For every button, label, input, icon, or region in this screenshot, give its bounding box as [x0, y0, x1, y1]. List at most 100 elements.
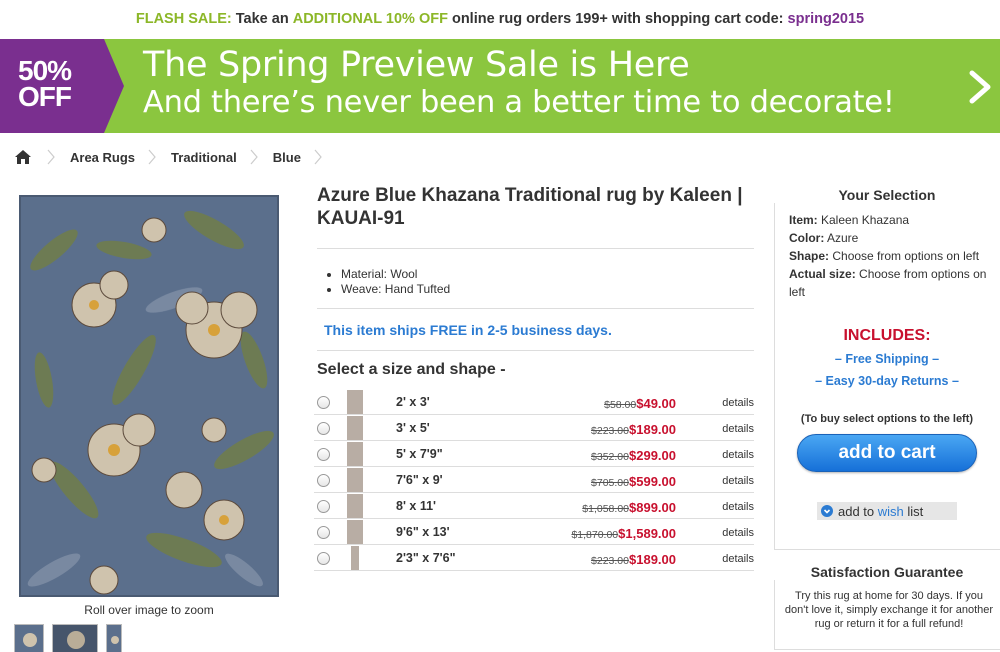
chevron-right-icon[interactable]	[962, 67, 1000, 107]
item-label: Item:	[789, 213, 818, 227]
add-to-wish-list-button[interactable]: add to wish list	[817, 502, 957, 520]
details-link[interactable]: details	[722, 449, 754, 461]
size-radio[interactable]	[317, 552, 330, 565]
details-link[interactable]: details	[722, 553, 754, 565]
item-value: Kaleen Khazana	[817, 213, 910, 227]
size-option[interactable]: 2'3" x 7'6" $223.00$189.00 details	[314, 545, 754, 571]
feature-material: Material: Wool	[341, 267, 450, 282]
size-option[interactable]: 9'6" x 13' $1,870.00$1,589.00 details	[314, 519, 754, 545]
breadcrumb-separator-icon	[314, 149, 322, 165]
rectangle-shape-icon	[347, 390, 363, 414]
details-link[interactable]: details	[722, 423, 754, 435]
add-to-cart-button[interactable]: add to cart	[797, 434, 977, 472]
shipping-note: This item ships FREE in 2-5 business day…	[324, 322, 612, 338]
divider	[317, 350, 754, 351]
original-price: $1,870.00	[571, 529, 619, 541]
selection-details: Item: Kaleen Khazana Color: Azure Shape:…	[789, 211, 994, 301]
size-option[interactable]: 7'6" x 9' $705.00$599.00 details	[314, 467, 754, 493]
banner-headline: The Spring Preview Sale is Here	[143, 45, 690, 85]
size-option[interactable]: 3' x 5' $223.00$189.00 details	[314, 415, 754, 441]
includes-heading: INCLUDES:	[843, 327, 931, 344]
size-dimensions: 5' x 7'9"	[396, 447, 443, 461]
divider	[317, 248, 754, 249]
sale-price: $299.00	[629, 448, 676, 463]
sale-price: $189.00	[629, 422, 676, 437]
thumbnail-strip	[14, 624, 122, 652]
size-dimensions: 7'6" x 9'	[396, 473, 443, 487]
original-price: $1,058.00	[582, 503, 629, 515]
rectangle-shape-icon	[347, 416, 363, 440]
thumbnail-3[interactable]	[106, 624, 122, 652]
size-radio[interactable]	[317, 500, 330, 513]
shape-value: Choose from options on left	[829, 249, 980, 263]
size-option[interactable]: 2' x 3' $58.00$49.00 details	[314, 389, 754, 415]
flash-sale-bar: FLASH SALE: Take an ADDITIONAL 10% OFF o…	[0, 0, 1000, 38]
shape-label: Shape:	[789, 249, 830, 263]
size-dimensions: 9'6" x 13'	[396, 525, 450, 539]
wish-suffix: list	[903, 503, 924, 519]
runner-shape-icon	[351, 546, 359, 570]
breadcrumb-separator-icon	[250, 149, 258, 165]
original-price: $223.00	[591, 425, 629, 437]
size-label: Actual size:	[789, 267, 856, 281]
size-radio[interactable]	[317, 396, 330, 409]
color-value: Azure	[824, 231, 859, 245]
buy-note: (To buy select options to the left)	[800, 413, 974, 425]
thumbnail-2[interactable]	[52, 624, 98, 652]
include-free-shipping[interactable]: – Free Shipping –	[774, 352, 1000, 366]
discount-badge: 50% OFF	[0, 39, 124, 133]
size-option[interactable]: 8' x 11' $1,058.00$899.00 details	[314, 493, 754, 519]
guarantee-text: Try this rug at home for 30 days. If you…	[784, 590, 994, 630]
size-dimensions: 8' x 11'	[396, 499, 437, 513]
breadcrumb-separator-icon	[148, 149, 156, 165]
promo-code: spring2015	[787, 11, 865, 27]
breadcrumb-blue[interactable]: Blue	[273, 150, 301, 165]
feature-list: Material: Wool Weave: Hand Tufted	[329, 267, 450, 297]
banner-subheadline: And there’s never been a better time to …	[143, 85, 895, 120]
breadcrumb: Area Rugs Traditional Blue	[14, 145, 337, 169]
product-image[interactable]	[14, 190, 284, 600]
breadcrumb-separator-icon	[47, 149, 55, 165]
sale-price: $49.00	[636, 396, 676, 411]
original-price: $705.00	[591, 477, 629, 489]
home-icon[interactable]	[14, 148, 32, 166]
selection-title: Your Selection	[774, 187, 1000, 203]
sale-price: $899.00	[629, 500, 676, 515]
details-link[interactable]: details	[722, 501, 754, 513]
badge-off: OFF	[18, 81, 72, 112]
flash-sale-text-2: online rug orders 199+ with shopping car…	[447, 11, 788, 27]
original-price: $352.00	[591, 451, 629, 463]
size-radio[interactable]	[317, 474, 330, 487]
size-radio[interactable]	[317, 448, 330, 461]
wish-highlight: wish	[877, 503, 904, 519]
spring-sale-banner[interactable]: 50% OFF The Spring Preview Sale is Here …	[0, 39, 1000, 133]
size-dimensions: 2'3" x 7'6"	[396, 551, 456, 565]
flash-sale-highlight: ADDITIONAL 10% OFF	[292, 11, 448, 27]
zoom-caption: Roll over image to zoom	[84, 603, 214, 617]
size-option[interactable]: 5' x 7'9" $352.00$299.00 details	[314, 441, 754, 467]
size-radio[interactable]	[317, 422, 330, 435]
details-link[interactable]: details	[722, 527, 754, 539]
product-title: Azure Blue Khazana Traditional rug by Ka…	[317, 185, 743, 229]
size-dimensions: 3' x 5'	[396, 421, 430, 435]
sale-price: $189.00	[629, 552, 676, 567]
thumbnail-1[interactable]	[14, 624, 44, 652]
breadcrumb-area-rugs[interactable]: Area Rugs	[70, 150, 135, 165]
original-price: $223.00	[591, 555, 629, 567]
size-radio[interactable]	[317, 526, 330, 539]
include-easy-returns[interactable]: – Easy 30-day Returns –	[774, 374, 1000, 388]
divider	[317, 308, 754, 309]
heart-icon	[821, 505, 833, 517]
sale-price: $599.00	[629, 474, 676, 489]
sale-price: $1,589.00	[618, 526, 676, 541]
guarantee-title: Satisfaction Guarantee	[774, 564, 1000, 580]
color-label: Color:	[789, 231, 825, 245]
details-link[interactable]: details	[722, 475, 754, 487]
wish-prefix: add to	[838, 503, 878, 519]
rectangle-shape-icon	[347, 494, 363, 518]
details-link[interactable]: details	[722, 397, 754, 409]
flash-sale-text: Take an	[231, 11, 293, 27]
breadcrumb-traditional[interactable]: Traditional	[171, 150, 237, 165]
rectangle-shape-icon	[347, 468, 363, 492]
flash-sale-label: FLASH SALE:	[135, 11, 232, 27]
